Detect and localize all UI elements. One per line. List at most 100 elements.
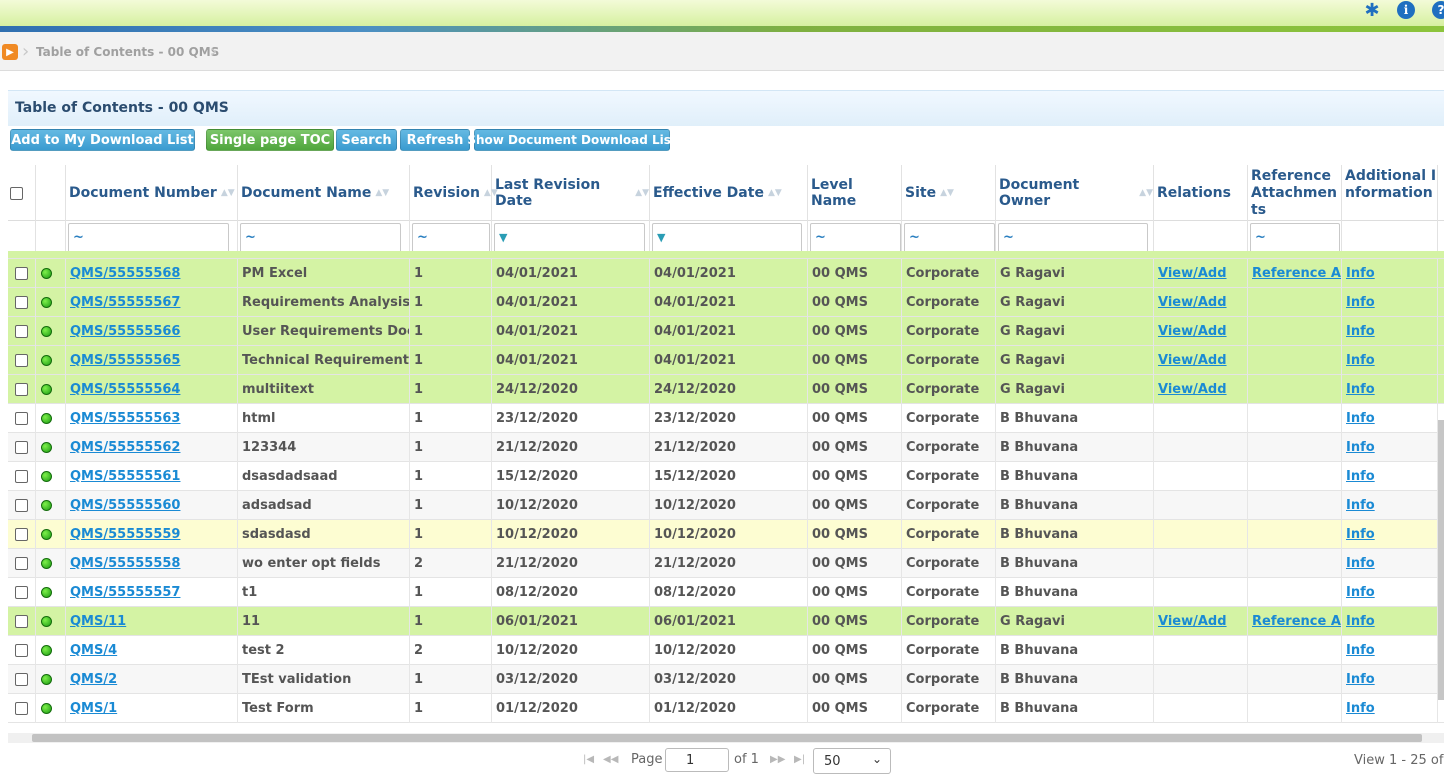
document-number-link[interactable]: QMS/55555563 bbox=[70, 411, 180, 426]
info-link[interactable]: Info bbox=[1346, 643, 1375, 658]
row-checkbox[interactable] bbox=[15, 267, 28, 280]
header-additional-information[interactable]: Additional Information bbox=[1342, 165, 1438, 221]
first-page-icon[interactable]: |◀ bbox=[583, 754, 594, 765]
relations-link[interactable]: View/Add bbox=[1158, 295, 1227, 310]
document-number-link[interactable]: QMS/55555561 bbox=[70, 469, 180, 484]
home-icon[interactable]: ▶ bbox=[2, 44, 18, 60]
last-page-icon[interactable]: ▶| bbox=[794, 754, 805, 765]
previous-page-icon[interactable]: ◀◀ bbox=[603, 754, 618, 765]
header-site[interactable]: Site ▲▼ bbox=[902, 165, 996, 221]
relations-link[interactable]: View/Add bbox=[1158, 324, 1227, 339]
relations-link[interactable]: View/Add bbox=[1158, 382, 1227, 397]
page-number-input[interactable]: 1 bbox=[665, 748, 729, 772]
document-number-link[interactable]: QMS/55555557 bbox=[70, 585, 180, 600]
info-link[interactable]: Info bbox=[1346, 324, 1375, 339]
document-number-link[interactable]: QMS/2 bbox=[70, 672, 117, 687]
table-row[interactable]: QMS/11 11 1 06/01/2021 06/01/2021 00 QMS Corpo… bbox=[8, 607, 1444, 636]
vertical-scrollbar-thumb[interactable] bbox=[1438, 420, 1444, 700]
row-checkbox[interactable] bbox=[15, 412, 28, 425]
row-checkbox[interactable] bbox=[15, 644, 28, 657]
row-checkbox[interactable] bbox=[15, 383, 28, 396]
reference-attachments-link[interactable]: Reference Attachments bbox=[1252, 614, 1341, 629]
header-level-name[interactable]: Level Name bbox=[808, 165, 902, 221]
header-revision[interactable]: Revision ▲▼ bbox=[410, 165, 498, 221]
info-link[interactable]: Info bbox=[1346, 469, 1375, 484]
row-checkbox[interactable] bbox=[15, 296, 28, 309]
row-checkbox[interactable] bbox=[15, 528, 28, 541]
select-all-checkbox[interactable] bbox=[10, 187, 23, 200]
info-icon[interactable]: i bbox=[1397, 1, 1415, 19]
show-download-list-button[interactable]: Show Document Download List bbox=[467, 129, 677, 151]
row-checkbox[interactable] bbox=[15, 470, 28, 483]
table-row[interactable]: QMS/55555561 dsasdadsaad 1 15/12/2020 15/12/… bbox=[8, 462, 1444, 491]
table-row[interactable]: QMS/55555566User Requirements Document10… bbox=[8, 317, 1444, 346]
document-number-link[interactable]: QMS/55555566 bbox=[70, 324, 180, 339]
table-row[interactable]: QMS/55555560 adsadsad 1 10/12/2020 10/12/202… bbox=[8, 491, 1444, 520]
info-link[interactable]: Info bbox=[1346, 411, 1375, 426]
table-row[interactable]: QMS/55555563 html 1 23/12/2020 23/12/2020 00 … bbox=[8, 404, 1444, 433]
document-number-link[interactable]: QMS/55555567 bbox=[70, 295, 180, 310]
relations-link[interactable]: View/Add bbox=[1158, 614, 1227, 629]
info-link[interactable]: Info bbox=[1346, 440, 1375, 455]
document-number-link[interactable]: QMS/55555565 bbox=[70, 353, 180, 368]
header-document-name[interactable]: Document Name ▲▼ bbox=[238, 165, 410, 221]
pin-icon[interactable]: ✱ bbox=[1362, 0, 1382, 21]
table-row[interactable]: QMS/55555567 Requirements Analysis Docume… bbox=[8, 288, 1444, 317]
row-checkbox[interactable] bbox=[15, 441, 28, 454]
row-checkbox[interactable] bbox=[15, 615, 28, 628]
relations-link[interactable]: View/Add bbox=[1158, 266, 1227, 281]
next-page-icon[interactable]: ▶▶ bbox=[770, 754, 785, 765]
info-link[interactable]: Info bbox=[1346, 295, 1375, 310]
document-number-link[interactable]: QMS/55555564 bbox=[70, 382, 180, 397]
document-number-link[interactable]: QMS/55555568 bbox=[70, 266, 180, 281]
table-row[interactable]: QMS/55555564 multiitext 1 24/12/2020 24/12/2… bbox=[8, 375, 1444, 404]
row-checkbox[interactable] bbox=[15, 354, 28, 367]
document-number-link[interactable]: QMS/1 bbox=[70, 701, 117, 716]
row-checkbox[interactable] bbox=[15, 702, 28, 715]
table-row[interactable]: QMS/4 test 2 2 10/12/2020 10/12/2020 00 QMS Co… bbox=[8, 636, 1444, 665]
document-number-link[interactable]: QMS/55555558 bbox=[70, 556, 180, 571]
relations-link[interactable]: View/Add bbox=[1158, 353, 1227, 368]
horizontal-scrollbar[interactable] bbox=[8, 733, 1444, 743]
table-row[interactable]: QMS/55555565 Technical Requirements Docum… bbox=[8, 346, 1444, 375]
info-link[interactable]: Info bbox=[1346, 585, 1375, 600]
reference-attachments-link[interactable]: Reference Attachments bbox=[1252, 266, 1341, 281]
info-link[interactable]: Info bbox=[1346, 672, 1375, 687]
row-checkbox[interactable] bbox=[15, 673, 28, 686]
document-number-link[interactable]: QMS/55555562 bbox=[70, 440, 180, 455]
search-button[interactable]: Search bbox=[336, 129, 397, 151]
table-row[interactable]: QMS/55555558 wo enter opt fields 2 21/12/20… bbox=[8, 549, 1444, 578]
breadcrumb-current[interactable]: Table of Contents - 00 QMS bbox=[36, 45, 219, 59]
table-row[interactable]: QMS/55555557 t1 1 08/12/2020 08/12/2020 00 QM… bbox=[8, 578, 1444, 607]
document-number-link[interactable]: QMS/55555559 bbox=[70, 527, 180, 542]
header-document-owner[interactable]: Document Owner ▲▼ bbox=[996, 165, 1154, 221]
row-checkbox[interactable] bbox=[15, 499, 28, 512]
info-link[interactable]: Info bbox=[1346, 382, 1375, 397]
table-row[interactable]: QMS/1 Test Form 1 01/12/2020 01/12/2020 00 QM… bbox=[8, 694, 1444, 723]
info-link[interactable]: Info bbox=[1346, 498, 1375, 513]
document-number-link[interactable]: QMS/11 bbox=[70, 614, 126, 629]
info-link[interactable]: Info bbox=[1346, 527, 1375, 542]
add-to-download-list-button[interactable]: Add to My Download List bbox=[10, 129, 195, 151]
horizontal-scrollbar-thumb[interactable] bbox=[32, 734, 1422, 742]
header-last-revision-date[interactable]: Last Revision Date ▲▼ bbox=[492, 165, 650, 221]
page-size-select[interactable]: 50 ⌄ bbox=[813, 748, 891, 774]
single-page-toc-button[interactable]: Single page TOC bbox=[206, 129, 334, 151]
info-link[interactable]: Info bbox=[1346, 701, 1375, 716]
header-effective-date[interactable]: Effective Date ▲▼ bbox=[650, 165, 808, 221]
header-relations[interactable]: Relations bbox=[1154, 165, 1248, 221]
info-link[interactable]: Info bbox=[1346, 266, 1375, 281]
table-row[interactable]: QMS/55555562 123344 1 21/12/2020 21/12/2020 0… bbox=[8, 433, 1444, 462]
header-document-number[interactable]: Document Number ▲▼ bbox=[66, 165, 238, 221]
table-row[interactable]: QMS/55555559 sdasdasd 1 10/12/2020 10/12/202… bbox=[8, 520, 1444, 549]
header-reference-attachments[interactable]: Reference Attachments bbox=[1248, 165, 1342, 221]
table-row[interactable]: QMS/2 TEst validation 1 03/12/2020 03/12/202… bbox=[8, 665, 1444, 694]
help-icon[interactable]: ? bbox=[1432, 1, 1444, 19]
refresh-button[interactable]: Refresh bbox=[400, 129, 470, 151]
info-link[interactable]: Info bbox=[1346, 353, 1375, 368]
table-row[interactable]: QMS/55555568 PM Excel 1 04/01/2021 04/01/202… bbox=[8, 259, 1444, 288]
document-number-link[interactable]: QMS/4 bbox=[70, 643, 117, 658]
info-link[interactable]: Info bbox=[1346, 614, 1375, 629]
row-checkbox[interactable] bbox=[15, 557, 28, 570]
row-checkbox[interactable] bbox=[15, 325, 28, 338]
